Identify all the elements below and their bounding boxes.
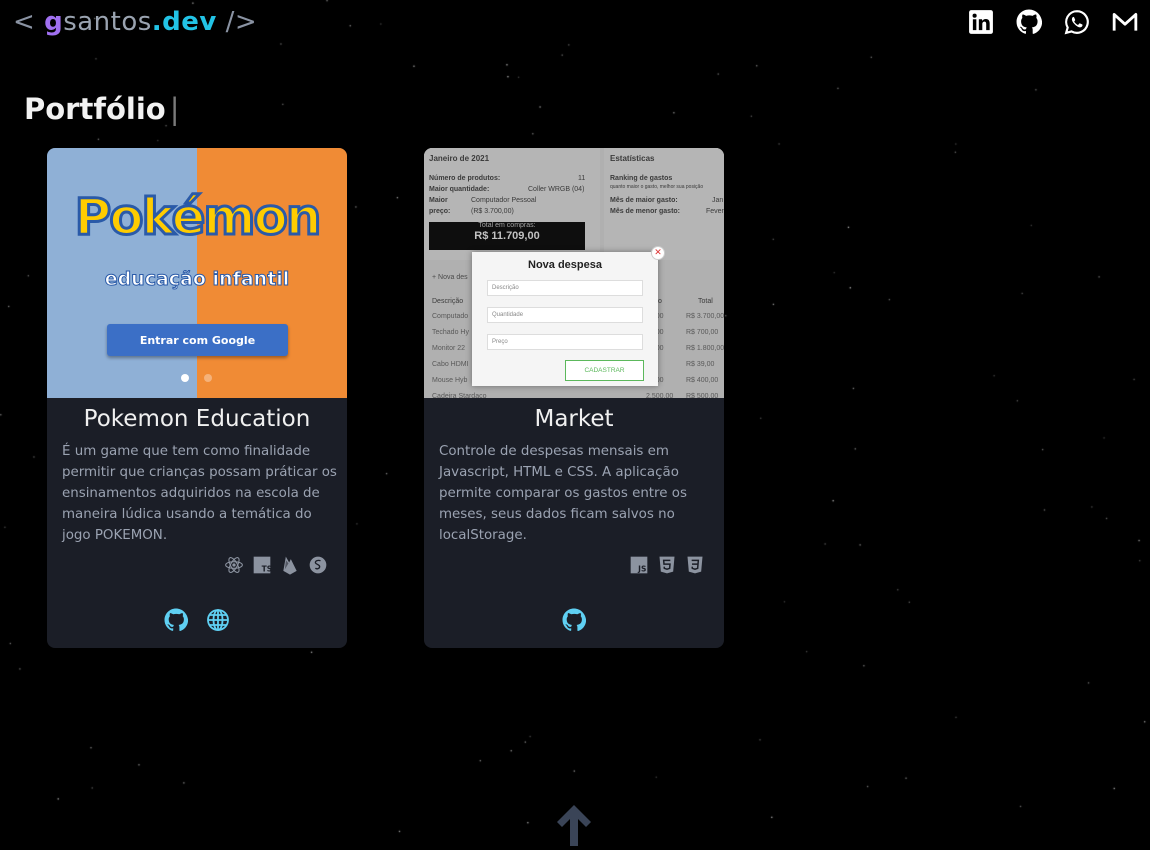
github-icon[interactable] xyxy=(164,608,188,632)
carousel-dot-active[interactable] xyxy=(181,374,189,382)
project-card-pokemon: Pokémon educação infantil Entrar com Goo… xyxy=(47,148,347,648)
project-thumbnail[interactable]: Janeiro de 2021 Estatísticas Número de p… xyxy=(424,148,724,398)
sass-icon xyxy=(309,556,327,574)
logo-open-bracket: < xyxy=(13,7,36,37)
project-title: Pokemon Education xyxy=(83,406,311,432)
html5-icon xyxy=(659,556,675,574)
javascript-icon: JS xyxy=(630,556,648,574)
scroll-to-top-arrow-icon[interactable] xyxy=(555,803,593,847)
gmail-icon[interactable] xyxy=(1112,9,1138,35)
new-expense-modal: Nova despesa Descrição Quantidade Preço … xyxy=(472,252,658,386)
typing-cursor: | xyxy=(169,92,180,126)
pokemon-subtitle: educação infantil xyxy=(104,268,290,291)
linkedin-icon[interactable] xyxy=(968,9,994,35)
project-card-market: Janeiro de 2021 Estatísticas Número de p… xyxy=(424,148,724,648)
project-description: É um game que tem como finalidade permit… xyxy=(62,444,337,543)
carousel-dot[interactable] xyxy=(204,374,212,382)
logo-name: santos xyxy=(63,7,152,37)
svg-text:JS: JS xyxy=(637,565,646,574)
css3-icon xyxy=(687,556,703,574)
project-links xyxy=(47,608,347,632)
github-icon[interactable] xyxy=(562,608,586,632)
typescript-icon: TS xyxy=(253,556,272,574)
market-screenshot: Janeiro de 2021 Estatísticas Número de p… xyxy=(424,148,724,398)
whatsapp-icon[interactable] xyxy=(1064,9,1090,35)
project-title: Market xyxy=(534,406,614,432)
logo-dev: .dev xyxy=(151,7,217,37)
github-icon[interactable] xyxy=(1016,9,1042,35)
react-icon xyxy=(225,557,243,573)
project-description: Controle de despesas mensais em Javascri… xyxy=(439,444,687,543)
tech-stack: JS xyxy=(629,555,705,575)
logo-close-bracket: /> xyxy=(225,7,258,37)
google-login-button[interactable]: Entrar com Google xyxy=(107,324,288,356)
pokemon-logo: Pokémon xyxy=(73,187,323,248)
modal-title: Nova despesa xyxy=(528,259,602,271)
globe-icon[interactable] xyxy=(206,608,230,632)
page-title-text: Portfólio xyxy=(24,92,166,126)
svg-text:TS: TS xyxy=(262,565,272,574)
logo-g: g xyxy=(44,7,64,37)
price-field[interactable]: Preço xyxy=(487,334,643,350)
submit-button[interactable]: CADASTRAR xyxy=(565,360,644,381)
social-links xyxy=(968,9,1138,35)
project-links xyxy=(424,608,724,632)
project-thumbnail[interactable]: Pokémon educação infantil Entrar com Goo… xyxy=(47,148,347,398)
tech-stack: TS xyxy=(224,555,328,575)
page-title: Portfólio | xyxy=(24,92,179,126)
site-logo[interactable]: < gsantos.dev /> xyxy=(13,7,257,37)
close-icon[interactable]: ✕ xyxy=(651,246,665,260)
quantity-field[interactable]: Quantidade xyxy=(487,307,643,323)
description-field[interactable]: Descrição xyxy=(487,280,643,296)
firebase-icon xyxy=(283,556,297,575)
